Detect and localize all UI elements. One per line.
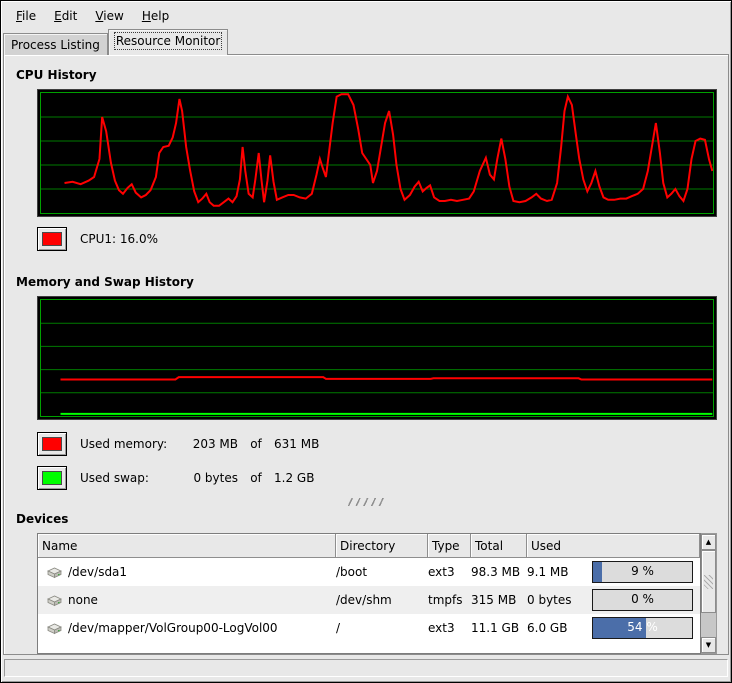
cpu-history-title: CPU History: [16, 68, 728, 82]
device-directory: /: [336, 621, 428, 635]
swap-color-swatch: [42, 471, 62, 485]
device-total: 11.1 GB: [471, 621, 527, 635]
device-row-volgroup[interactable]: /dev/mapper/VolGroup00-LogVol00 / ext3 1…: [38, 614, 700, 642]
column-header-total[interactable]: Total: [471, 534, 527, 558]
memory-legend: Used memory: 203 MB of 631 MB: [37, 432, 728, 456]
devices-title: Devices: [16, 512, 728, 526]
memory-of-label: of: [238, 437, 274, 451]
tab-process-listing-label: Process Listing: [11, 38, 100, 52]
device-total: 315 MB: [471, 593, 527, 607]
device-directory: /dev/shm: [336, 593, 428, 607]
scrollbar-trough[interactable]: [701, 613, 716, 637]
cpu-legend-label: CPU1: 16.0%: [80, 232, 158, 246]
cpu-color-swatch: [42, 232, 62, 246]
scrollbar-thumb[interactable]: [701, 550, 716, 613]
app-window: File Edit View Help Process Listing Reso…: [0, 0, 732, 683]
memory-history-title: Memory and Swap History: [16, 275, 728, 289]
disk-icon: [46, 621, 63, 636]
memory-color-button[interactable]: [37, 432, 67, 456]
device-directory: /boot: [336, 565, 428, 579]
memory-history-chart: [37, 296, 717, 420]
resource-monitor-page: CPU History CPU1: 16.0% Memory and Swap …: [3, 54, 729, 655]
devices-table: Name Directory Type Total Used /: [37, 533, 717, 654]
swap-total-value: 1.2 GB: [274, 471, 314, 485]
device-name: /dev/sda1: [68, 565, 127, 579]
cpu-color-button[interactable]: [37, 227, 67, 251]
status-bar: [4, 659, 728, 677]
swap-color-button[interactable]: [37, 466, 67, 490]
device-used-progressbar: 54 %: [592, 617, 693, 639]
scroll-up-button[interactable]: ▲: [701, 534, 716, 550]
device-name: none: [68, 593, 98, 607]
swap-legend: Used swap: 0 bytes of 1.2 GB: [37, 466, 728, 490]
tab-resource-monitor-label: Resource Monitor: [116, 34, 220, 48]
memory-line: [60, 377, 712, 379]
disk-icon: [46, 565, 63, 580]
memory-total-value: 631 MB: [274, 437, 319, 451]
device-used-progressbar: 0 %: [592, 589, 693, 611]
column-header-type[interactable]: Type: [428, 534, 471, 558]
device-used-percent: 54 %: [593, 618, 692, 638]
paned-resize-grip[interactable]: [347, 498, 385, 506]
column-header-name[interactable]: Name: [38, 534, 336, 558]
devices-table-header: Name Directory Type Total Used: [38, 534, 700, 558]
device-row-none[interactable]: none /dev/shm tmpfs 315 MB 0 bytes 0 %: [38, 586, 700, 614]
scroll-down-button[interactable]: ▼: [701, 637, 716, 653]
menu-view[interactable]: View: [86, 6, 132, 26]
device-used-percent: 9 %: [593, 562, 692, 582]
menu-edit[interactable]: Edit: [45, 6, 86, 26]
device-type: ext3: [428, 565, 471, 579]
column-header-used[interactable]: Used: [527, 534, 700, 558]
device-name: /dev/mapper/VolGroup00-LogVol00: [68, 621, 278, 635]
menu-file[interactable]: File: [7, 6, 45, 26]
devices-scrollbar: ▲ ▼: [701, 533, 717, 654]
memory-legend-label: Used memory:: [80, 437, 180, 451]
menu-help[interactable]: Help: [133, 6, 178, 26]
scrollbar-grip-icon: [704, 575, 713, 589]
cpu-legend: CPU1: 16.0%: [37, 227, 728, 251]
swap-used-value: 0 bytes: [180, 471, 238, 485]
tab-process-listing[interactable]: Process Listing: [3, 33, 108, 55]
notebook-tabs: Process Listing Resource Monitor: [1, 29, 731, 55]
menubar: File Edit View Help: [1, 1, 731, 29]
device-type: ext3: [428, 621, 471, 635]
swap-of-label: of: [238, 471, 274, 485]
device-used: 6.0 GB: [527, 621, 589, 635]
swap-legend-label: Used swap:: [80, 471, 180, 485]
device-used-percent: 0 %: [593, 590, 692, 610]
tab-resource-monitor[interactable]: Resource Monitor: [108, 29, 228, 55]
device-row-sda1[interactable]: /dev/sda1 /boot ext3 98.3 MB 9.1 MB 9 %: [38, 558, 700, 586]
device-used-progressbar: 9 %: [592, 561, 693, 583]
device-total: 98.3 MB: [471, 565, 527, 579]
column-header-directory[interactable]: Directory: [336, 534, 428, 558]
disk-icon: [46, 593, 63, 608]
memory-used-value: 203 MB: [180, 437, 238, 451]
device-type: tmpfs: [428, 593, 471, 607]
device-used: 0 bytes: [527, 593, 589, 607]
memory-color-swatch: [42, 437, 62, 451]
cpu-history-chart: [37, 89, 717, 217]
device-used: 9.1 MB: [527, 565, 589, 579]
